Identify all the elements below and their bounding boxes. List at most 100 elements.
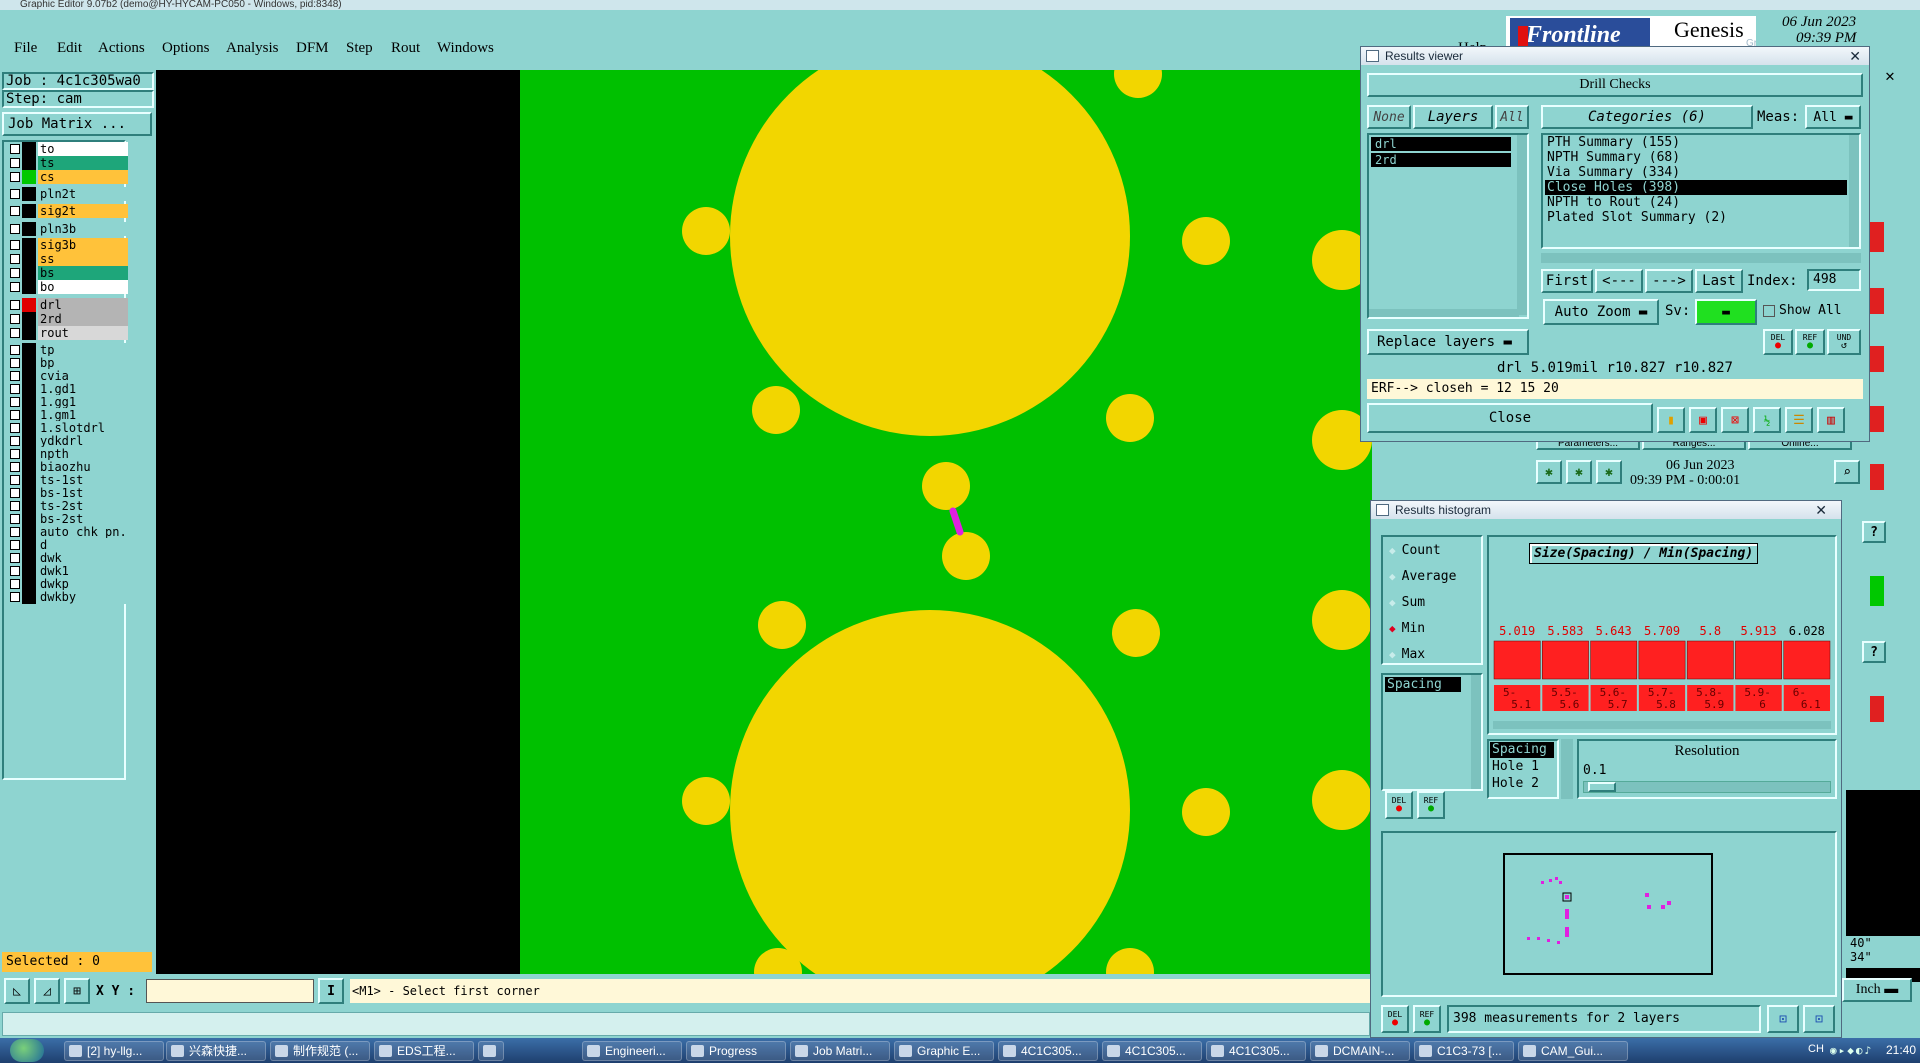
layer-name[interactable]: sig3b bbox=[38, 238, 128, 252]
measure-icon[interactable]: ◿ bbox=[34, 978, 60, 1004]
layer-name[interactable]: ss bbox=[38, 252, 128, 266]
taskbar-item[interactable]: Progress bbox=[686, 1041, 786, 1061]
layer-name[interactable]: 1.gg1 bbox=[38, 395, 128, 409]
prev-button[interactable]: <--- bbox=[1595, 269, 1643, 293]
radio-icon[interactable]: ◆ bbox=[1389, 648, 1396, 661]
scrollbar[interactable] bbox=[1517, 135, 1527, 315]
layer-checkbox[interactable] bbox=[10, 397, 20, 407]
job-matrix-button[interactable]: Job Matrix ... bbox=[2, 112, 152, 136]
layer-name[interactable]: 2rd bbox=[38, 312, 128, 326]
layer-row[interactable]: bo bbox=[10, 280, 128, 294]
layer-name[interactable]: ts bbox=[38, 156, 128, 170]
layer-color-swatch[interactable] bbox=[22, 590, 36, 604]
tray-icons[interactable]: ◉▸◆◐♪ bbox=[1830, 1044, 1890, 1057]
layer-color-swatch[interactable] bbox=[22, 460, 36, 474]
layer-row[interactable]: bs-1st bbox=[10, 486, 128, 500]
scrollbar[interactable] bbox=[1369, 309, 1519, 317]
menu-dfm[interactable]: DFM bbox=[296, 40, 329, 57]
layer-color-swatch[interactable] bbox=[22, 486, 36, 500]
layer-row[interactable]: biaozhu bbox=[10, 460, 128, 474]
layer-color-swatch[interactable] bbox=[22, 142, 36, 156]
radio-icon[interactable]: ◆ bbox=[1389, 596, 1396, 609]
layer-name[interactable]: bs bbox=[38, 266, 128, 280]
layers-button[interactable]: Layers bbox=[1413, 105, 1493, 129]
del-button[interactable]: DEL ● bbox=[1381, 1005, 1409, 1033]
list-item[interactable]: Hole 1 bbox=[1490, 759, 1556, 775]
layer-row[interactable]: 1.gg1 bbox=[10, 395, 128, 409]
histogram-field-list[interactable]: Spacing bbox=[1381, 673, 1483, 791]
layer-color-swatch[interactable] bbox=[22, 280, 36, 294]
layer-color-swatch[interactable] bbox=[22, 447, 36, 461]
category-item[interactable]: Plated Slot Summary (2) bbox=[1545, 210, 1857, 225]
scrollbar[interactable] bbox=[1561, 739, 1573, 799]
result-layer-list[interactable]: drl 2rd bbox=[1367, 133, 1529, 319]
layer-color-swatch[interactable] bbox=[22, 538, 36, 552]
cursor-icon[interactable]: I bbox=[318, 978, 344, 1004]
layer-color-swatch[interactable] bbox=[22, 395, 36, 409]
undo-button[interactable]: UND ↺ bbox=[1827, 329, 1861, 355]
layer-row[interactable]: ss bbox=[10, 252, 128, 266]
layer-name[interactable]: ts-1st bbox=[38, 473, 128, 487]
start-icon[interactable] bbox=[10, 1039, 44, 1062]
layer-row[interactable]: sig2t bbox=[10, 204, 128, 218]
categories-button[interactable]: Categories (6) bbox=[1541, 105, 1753, 129]
category-list[interactable]: PTH Summary (155) NPTH Summary (68) Via Su… bbox=[1541, 133, 1861, 249]
layer-name[interactable]: cs bbox=[38, 170, 128, 184]
layer-checkbox[interactable] bbox=[10, 300, 20, 310]
graphic-canvas[interactable] bbox=[156, 70, 1372, 974]
layer-color-swatch[interactable] bbox=[22, 382, 36, 396]
taskbar-item[interactable]: 制作规范 (... bbox=[270, 1041, 370, 1061]
layer-color-swatch[interactable] bbox=[22, 170, 36, 184]
layer-checkbox[interactable] bbox=[10, 172, 20, 182]
close-button[interactable]: Close bbox=[1367, 403, 1653, 433]
scrollbar[interactable] bbox=[1493, 721, 1831, 729]
measure-field-list[interactable]: Spacing Hole 1 Hole 2 bbox=[1487, 739, 1559, 799]
layer-color-swatch[interactable] bbox=[22, 564, 36, 578]
layer-name[interactable]: bs-2st bbox=[38, 512, 128, 526]
layer-checkbox[interactable] bbox=[10, 514, 20, 524]
clear-icon[interactable]: ⊠ bbox=[1721, 407, 1749, 433]
list-item[interactable]: Hole 2 bbox=[1490, 776, 1556, 792]
taskbar-item[interactable]: 4C1C305... bbox=[1102, 1041, 1202, 1061]
layer-row[interactable]: npth bbox=[10, 447, 128, 461]
menu-rout[interactable]: Rout bbox=[391, 40, 420, 57]
resolution-slider[interactable] bbox=[1583, 781, 1831, 793]
layer-color-swatch[interactable] bbox=[22, 369, 36, 383]
scrollbar[interactable] bbox=[1849, 135, 1859, 247]
layer-checkbox[interactable] bbox=[10, 314, 20, 324]
layer-checkbox[interactable] bbox=[10, 254, 20, 264]
grid-icon[interactable]: ⊞ bbox=[64, 978, 90, 1004]
replace-layers-dropdown[interactable]: Replace layers ▬ bbox=[1367, 329, 1529, 355]
layer-color-swatch[interactable] bbox=[22, 356, 36, 370]
layer-checkbox[interactable] bbox=[10, 488, 20, 498]
layer-checkbox[interactable] bbox=[10, 592, 20, 602]
histogram-bar[interactable] bbox=[1493, 640, 1541, 680]
layer-row[interactable]: dwkp bbox=[10, 577, 128, 591]
layer-color-swatch[interactable] bbox=[22, 512, 36, 526]
notes-icon[interactable]: ☰ bbox=[1785, 407, 1813, 433]
layer-checkbox[interactable] bbox=[10, 540, 20, 550]
taskbar-item[interactable]: 4C1C305... bbox=[1206, 1041, 1306, 1061]
layer-color-swatch[interactable] bbox=[22, 222, 36, 236]
ref-button[interactable]: REF ● bbox=[1795, 329, 1825, 355]
layer-name[interactable]: biaozhu bbox=[38, 460, 128, 474]
ref-button[interactable]: REF ● bbox=[1417, 791, 1445, 819]
layer-name[interactable]: dwk1 bbox=[38, 564, 128, 578]
layer-row[interactable]: cvia bbox=[10, 369, 128, 383]
layer-row[interactable]: d bbox=[10, 538, 128, 552]
layer-row[interactable]: dwk bbox=[10, 551, 128, 565]
layer-checkbox[interactable] bbox=[10, 189, 20, 199]
layer-row[interactable]: bs bbox=[10, 266, 128, 280]
menu-windows[interactable]: Windows bbox=[437, 40, 494, 57]
histogram-bar[interactable] bbox=[1783, 640, 1831, 680]
layer-row[interactable]: bs-2st bbox=[10, 512, 128, 526]
auto-zoom-dropdown[interactable]: Auto Zoom ▬ bbox=[1543, 299, 1659, 325]
taskbar-item[interactable]: 4C1C305... bbox=[998, 1041, 1098, 1061]
del-button[interactable]: DEL ● bbox=[1763, 329, 1793, 355]
compare-icon[interactable]: ½ bbox=[1753, 407, 1781, 433]
layer-checkbox[interactable] bbox=[10, 345, 20, 355]
layer-name[interactable]: 1.gm1 bbox=[38, 408, 128, 422]
run-icon[interactable]: ✱ bbox=[1536, 460, 1562, 484]
radio-icon[interactable]: ◆ bbox=[1389, 570, 1396, 583]
list-item[interactable]: drl bbox=[1371, 137, 1511, 151]
